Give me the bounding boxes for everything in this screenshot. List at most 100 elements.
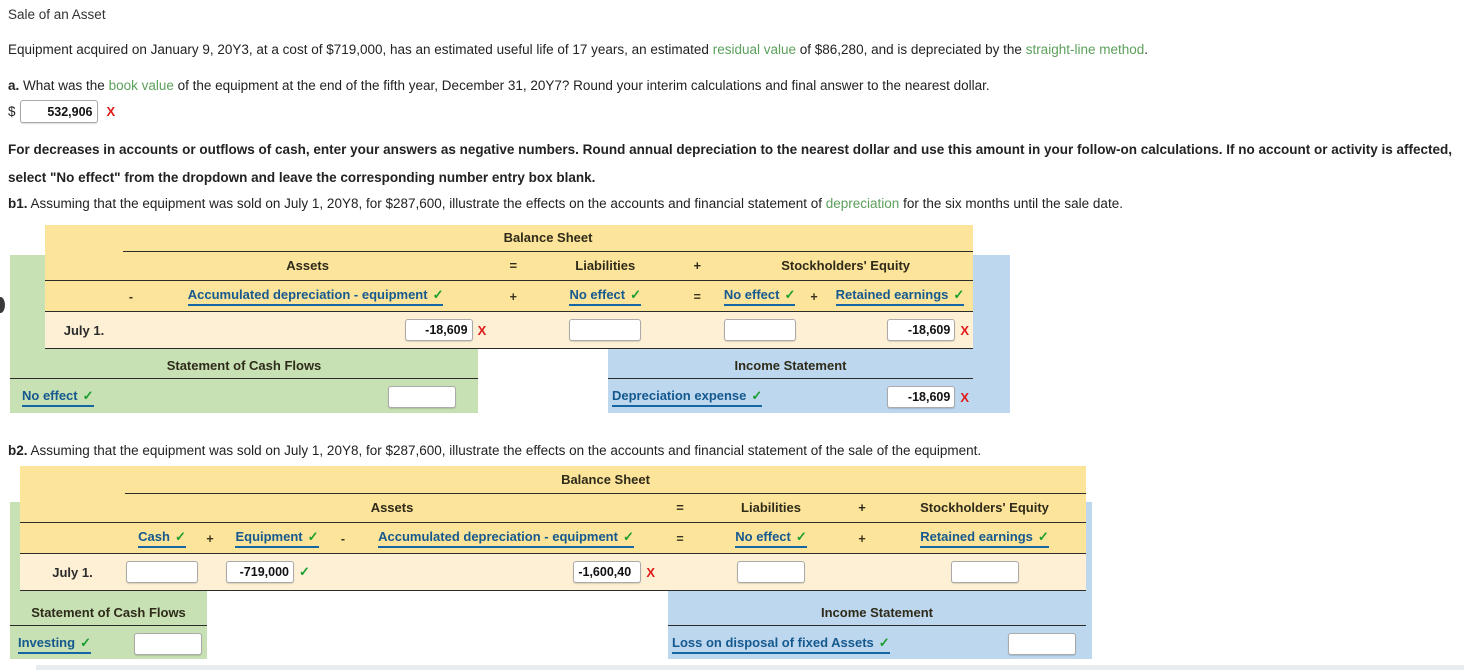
b1-input-assets-no-effect[interactable] (569, 319, 642, 341)
intro-text-1: Equipment acquired on January 9, 20Y3, a… (8, 42, 713, 57)
b1-liabilities-header: Liabilities (534, 250, 677, 281)
question-a-text-1: What was the (19, 78, 109, 93)
b1-balance-sheet-table: Balance Sheet Assets = Liabilities + Sto… (45, 225, 973, 349)
b1-income-statement-title-row: Income Statement (608, 352, 973, 379)
check-icon: ✓ (1037, 528, 1049, 544)
b1-mark-accumulated-depreciation: X (477, 322, 487, 338)
check-icon: ✓ (174, 528, 186, 544)
question-b1: b1. Assuming that the equipment was sold… (8, 196, 1123, 211)
b2-balance-sheet-table: Balance Sheet Assets = Liabilities + Sto… (20, 466, 1086, 591)
b2-input-cash[interactable] (126, 561, 198, 583)
b1-operator-0: - (128, 289, 134, 304)
page-title: Sale of an Asset (8, 7, 106, 22)
b1-cash-flows-table: Statement of Cash Flows No effect ✓ (10, 352, 478, 415)
b1-cash-flows-data-row: No effect ✓ (10, 378, 478, 415)
b2-income-statement-data-row: Loss on disposal of fixed Assets ✓ (668, 625, 1086, 662)
b1-operator-3: + (810, 289, 818, 304)
b1-income-statement-account-link[interactable]: Depreciation expense ✓ (612, 387, 763, 407)
b2-account-link-accumulated-depreciation[interactable]: Accumulated depreciation - equipment ✓ (378, 529, 634, 548)
check-icon: ✓ (953, 286, 965, 302)
b2-cash-flows-title-row: Statement of Cash Flows (10, 599, 207, 626)
b1-income-statement-input[interactable]: -18,609 (887, 386, 956, 408)
currency-symbol: $ (8, 104, 16, 119)
question-b1-label: b1. (8, 196, 28, 211)
scroll-marker (0, 297, 5, 313)
b2-cash-flows-table: Statement of Cash Flows Investing ✓ (10, 599, 207, 662)
b1-plus-header: + (676, 250, 719, 281)
b2-input-retained-earnings[interactable] (950, 561, 1019, 583)
question-a-answer-row: $ 532,906 X (8, 100, 115, 123)
b1-equals-header: = (492, 250, 535, 281)
b1-cash-flows-input[interactable] (388, 386, 456, 408)
b2-equity-header: Stockholders' Equity (883, 492, 1086, 523)
b1-account-link-accumulated-depreciation[interactable]: Accumulated depreciation - equipment ✓ (187, 287, 444, 306)
b2-input-liabilities[interactable] (737, 561, 806, 583)
question-b2: b2. Assuming that the equipment was sold… (8, 443, 981, 458)
b2-account-header-row: Cash ✓ + Equipment ✓ - Accumulated depreci… (20, 522, 1086, 554)
b2-balance-sheet-title: Balance Sheet (561, 471, 650, 487)
b2-mark-equipment: ✓ (299, 564, 310, 579)
depreciation-term: depreciation (825, 196, 900, 211)
b1-account-link-assets-no-effect[interactable]: No effect ✓ (569, 286, 642, 306)
b1-equity-header: Stockholders' Equity (718, 250, 973, 281)
b1-data-row: July 1. -18,609 X -18,609 X (45, 311, 973, 349)
b1-income-statement-title: Income Statement (734, 357, 847, 373)
b1-income-statement-table: Income Statement Depreciation expense ✓ -… (608, 352, 973, 415)
b2-account-link-equipment[interactable]: Equipment ✓ (235, 528, 319, 548)
b1-balance-sheet-title: Balance Sheet (503, 230, 593, 246)
bottom-scrollbar[interactable] (36, 665, 1464, 670)
check-icon: ✓ (630, 286, 642, 302)
question-b2-text: Assuming that the equipment was sold on … (27, 443, 982, 458)
b2-income-statement-table: Income Statement Loss on disposal of fix… (668, 599, 1086, 662)
check-icon: ✓ (795, 528, 807, 544)
b2-input-equipment[interactable]: -719,000 (226, 561, 294, 583)
intro-text-3: . (1144, 42, 1149, 57)
b2-account-link-cash[interactable]: Cash ✓ (138, 529, 186, 548)
question-b2-label: b2. (8, 443, 28, 458)
intro-paragraph: Equipment acquired on January 9, 20Y3, a… (8, 42, 1148, 57)
b1-row-date: July 1. (45, 311, 123, 349)
question-b1-text-1: Assuming that the equipment was sold on … (27, 196, 826, 211)
b1-group-header-row: Assets = Liabilities + Stockholders' Equ… (45, 250, 973, 281)
b2-operator-4: + (858, 531, 866, 546)
b1-account-link-retained-earnings[interactable]: Retained earnings ✓ (835, 286, 965, 306)
b1-mark-retained-earnings: X (960, 322, 969, 338)
b2-income-statement-account-link[interactable]: Loss on disposal of fixed Assets ✓ (672, 635, 890, 654)
b2-operator-2: - (340, 531, 346, 546)
b1-input-accumulated-depreciation[interactable]: -18,609 (404, 319, 473, 341)
b1-income-statement-mark: X (960, 389, 969, 405)
b2-cash-flows-account-link[interactable]: Investing ✓ (18, 635, 91, 654)
intro-text-2: of $86,280, and is depreciated by the (796, 42, 1026, 57)
b2-account-link-retained-earnings[interactable]: Retained earnings ✓ (920, 529, 1049, 548)
check-icon: ✓ (307, 528, 319, 544)
straight-line-method-term: straight-line method (1025, 42, 1145, 57)
answer-a-input[interactable]: 532,906 (19, 100, 98, 123)
instructions-text: For decreases in accounts or outflows of… (8, 142, 1453, 185)
b2-plus-header: + (841, 492, 884, 523)
b2-income-statement-input[interactable] (1008, 633, 1076, 655)
b1-cash-flows-account-link[interactable]: No effect ✓ (22, 388, 94, 407)
question-a-label: a. (8, 78, 20, 93)
b2-balance-sheet-title-row: Balance Sheet (20, 466, 1086, 493)
b1-input-liabilities[interactable] (723, 319, 796, 341)
residual-value-term: residual value (712, 42, 797, 57)
b2-operator-1: + (206, 531, 214, 546)
b1-input-retained-earnings[interactable]: -18,609 (887, 319, 956, 341)
b2-account-link-liabilities-no-effect[interactable]: No effect ✓ (735, 529, 807, 548)
b2-input-accumulated-depreciation[interactable]: -1,600,40 (573, 561, 642, 583)
check-icon: ✓ (82, 387, 94, 403)
check-icon: ✓ (80, 634, 91, 650)
question-b1-text-2: for the six months until the sale date. (899, 196, 1123, 211)
b1-assets-header: Assets (123, 250, 493, 281)
b2-cash-flows-data-row: Investing ✓ (10, 625, 207, 662)
book-value-term: book value (108, 78, 174, 93)
b1-cash-flows-title-row: Statement of Cash Flows (10, 352, 478, 379)
b2-operator-3: = (676, 531, 684, 546)
b1-account-link-liabilities-no-effect[interactable]: No effect ✓ (723, 287, 796, 306)
check-icon: ✓ (751, 387, 763, 403)
b2-income-statement-title: Income Statement (821, 604, 933, 620)
b2-income-statement-title-row: Income Statement (668, 599, 1086, 626)
b2-cash-flows-input[interactable] (134, 633, 202, 655)
b2-group-header-row: Assets = Liabilities + Stockholders' Equ… (20, 492, 1086, 523)
question-a-text-2: of the equipment at the end of the fifth… (173, 78, 990, 93)
